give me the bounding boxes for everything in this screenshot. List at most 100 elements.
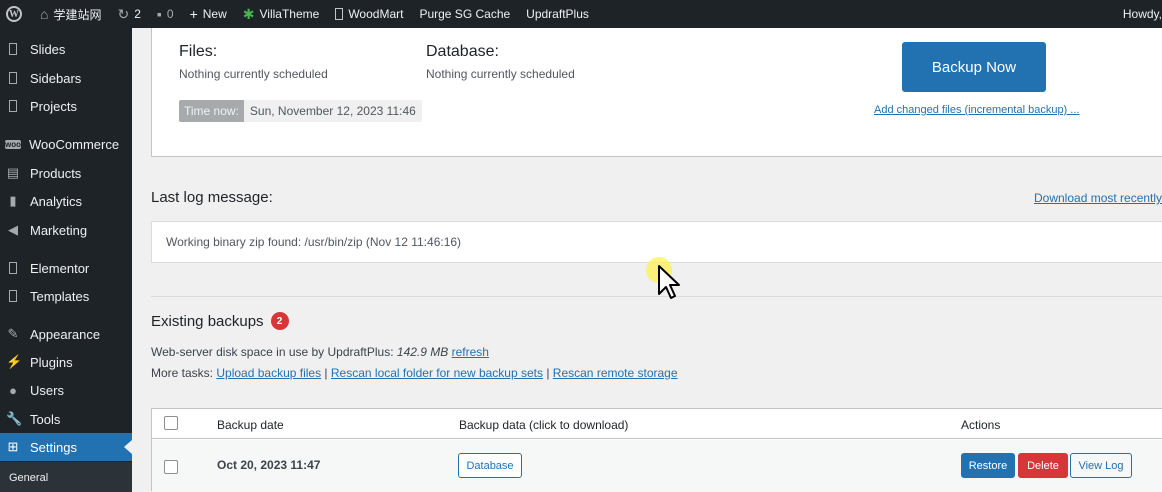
box-icon	[9, 72, 17, 84]
more-tasks-label: More tasks:	[151, 366, 214, 380]
sidebar-item-projects[interactable]: Projects	[0, 94, 132, 118]
files-status: Nothing currently scheduled	[179, 67, 328, 81]
box-icon	[9, 262, 17, 274]
backups-count-badge: 2	[270, 312, 289, 330]
rescan-remote-link[interactable]: Rescan remote storage	[553, 366, 678, 380]
mouse-cursor-icon	[658, 265, 680, 299]
villatheme-label: VillaTheme	[259, 7, 320, 21]
database-label: Database:	[426, 43, 499, 60]
log-message: Working binary zip found: /usr/bin/zip (…	[166, 235, 462, 249]
sidebar-item-appearance[interactable]: ✎ Appearance	[0, 322, 132, 346]
download-log-link[interactable]: Download most recently	[1034, 191, 1162, 205]
purge-sg-cache-menu[interactable]: Purge SG Cache	[411, 0, 518, 28]
sidebar-item-label: Elementor	[30, 260, 90, 276]
sidebar-item-label: Analytics	[30, 193, 83, 209]
updraftplus-menu[interactable]: UpdraftPlus	[518, 0, 597, 28]
sidebar-item-tools[interactable]: 🔧 Tools	[0, 407, 132, 431]
delete-button[interactable]: Delete	[1018, 453, 1068, 478]
sidebar-item-users[interactable]: ● Users	[0, 378, 132, 402]
updraftplus-label: UpdraftPlus	[526, 7, 589, 21]
sidebar-item-label: WooCommerce	[29, 136, 120, 152]
restore-button[interactable]: Restore	[961, 453, 1015, 478]
sidebar-item-sidebars[interactable]: Sidebars	[0, 66, 132, 90]
backup-date: Oct 20, 2023 11:47	[217, 458, 321, 472]
table-row: Oct 20, 2023 11:47 Database Restore Dele…	[152, 440, 1162, 492]
sidebar-item-label: Settings	[30, 439, 77, 455]
woodmart-menu[interactable]: WoodMart	[327, 0, 411, 28]
howdy-text: Howdy,	[1122, 7, 1162, 21]
backup-now-button[interactable]: Backup Now	[902, 42, 1046, 92]
sidebar-item-elementor[interactable]: Elementor	[0, 256, 132, 280]
woodmart-label: WoodMart	[348, 7, 404, 21]
database-status: Nothing currently scheduled	[426, 67, 575, 81]
select-all-checkbox[interactable]	[164, 416, 178, 430]
account-menu[interactable]: Howdy,	[1115, 0, 1162, 28]
sidebar-item-slides[interactable]: Slides	[0, 37, 132, 61]
site-name: 学建站网	[53, 7, 102, 22]
rescan-local-link[interactable]: Rescan local folder for new backup sets	[331, 366, 543, 380]
separator: |	[321, 366, 331, 380]
archive-icon: ▤	[6, 165, 20, 180]
sidebar-item-analytics[interactable]: ▮ Analytics	[0, 189, 132, 213]
sidebar-item-label: Projects	[30, 98, 77, 114]
settings-icon: ⊞	[7, 439, 19, 454]
backups-table: Backup date Backup data (click to downlo…	[151, 408, 1162, 492]
admin-sidebar: Slides Sidebars Projects woo WooCommerce …	[0, 28, 132, 492]
admin-bar: W ⌂ 学建站网 ↻ 2 ▪ 0 + New ✱ VillaTheme Wood…	[0, 0, 1162, 28]
comment-icon: ▪	[156, 6, 162, 22]
new-label: New	[202, 7, 227, 21]
refresh-link[interactable]: refresh	[452, 345, 489, 359]
time-now-value: Sun, November 12, 2023 11:46	[249, 104, 416, 118]
view-log-button[interactable]: View Log	[1070, 453, 1132, 478]
chart-bars-icon: ▮	[9, 193, 17, 208]
incremental-backup-link[interactable]: Add changed files (incremental backup) .…	[874, 104, 1079, 116]
column-backup-date: Backup date	[217, 418, 284, 432]
sidebar-item-label: Products	[30, 165, 82, 181]
updates-menu[interactable]: ↻ 2	[109, 0, 148, 28]
sidebar-item-label: Tools	[30, 411, 61, 427]
user-icon: ●	[9, 382, 17, 398]
plus-icon: +	[189, 6, 198, 22]
sidebar-item-marketing[interactable]: ◀ Marketing	[0, 218, 132, 242]
database-download-button[interactable]: Database	[458, 453, 522, 478]
wrench-icon: 🔧	[6, 411, 23, 426]
row-checkbox[interactable]	[164, 460, 178, 474]
wordpress-logo-menu[interactable]: W	[0, 0, 32, 28]
sidebar-item-label: Slides	[30, 41, 66, 57]
sidebar-item-woocommerce[interactable]: woo WooCommerce	[0, 132, 132, 156]
sidebar-item-products[interactable]: ▤ Products	[0, 161, 132, 185]
new-content-menu[interactable]: + New	[182, 0, 235, 28]
villatheme-menu[interactable]: ✱ VillaTheme	[235, 0, 328, 28]
last-log-title: Last log message:	[151, 189, 273, 206]
sidebar-item-plugins[interactable]: ⚡ Plugins	[0, 350, 132, 374]
time-now: Time now: Sun, November 12, 2023 11:46	[179, 100, 422, 122]
files-label: Files:	[179, 43, 218, 60]
sidebar-item-label: Templates	[30, 288, 90, 304]
wordpress-logo-icon: W	[6, 6, 22, 22]
existing-backups-label: Existing backups	[151, 312, 264, 330]
sidebar-item-label: Sidebars	[30, 70, 82, 86]
disk-space-line: Web-server disk space in use by UpdraftP…	[151, 345, 489, 359]
sidebar-item-settings[interactable]: ⊞ Settings	[0, 433, 132, 461]
plug-icon: ⚡	[6, 354, 23, 369]
time-now-label: Time now:	[179, 100, 244, 122]
purge-sg-cache-label: Purge SG Cache	[419, 7, 511, 21]
comments-menu[interactable]: ▪ 0	[149, 0, 182, 28]
sidebar-item-label: Marketing	[30, 222, 88, 238]
more-tasks-line: More tasks: Upload backup files | Rescan…	[151, 366, 678, 380]
disk-space-label: Web-server disk space in use by UpdraftP…	[151, 345, 394, 359]
column-actions: Actions	[961, 418, 1001, 432]
comments-count: 0	[166, 7, 174, 21]
upload-backup-files-link[interactable]: Upload backup files	[216, 366, 321, 380]
site-name-menu[interactable]: ⌂ 学建站网	[32, 0, 109, 28]
page-icon	[335, 8, 344, 20]
submenu-item-general[interactable]: General	[9, 472, 48, 484]
table-header: Backup date Backup data (click to downlo…	[152, 409, 1162, 439]
separator: |	[543, 366, 553, 380]
villatheme-icon: ✱	[242, 5, 255, 22]
column-backup-data: Backup data (click to download)	[459, 418, 629, 432]
megaphone-icon: ◀	[8, 222, 18, 237]
active-indicator	[124, 440, 132, 454]
disk-space-value: 142.9 MB	[396, 345, 449, 359]
sidebar-item-templates[interactable]: Templates	[0, 284, 132, 308]
